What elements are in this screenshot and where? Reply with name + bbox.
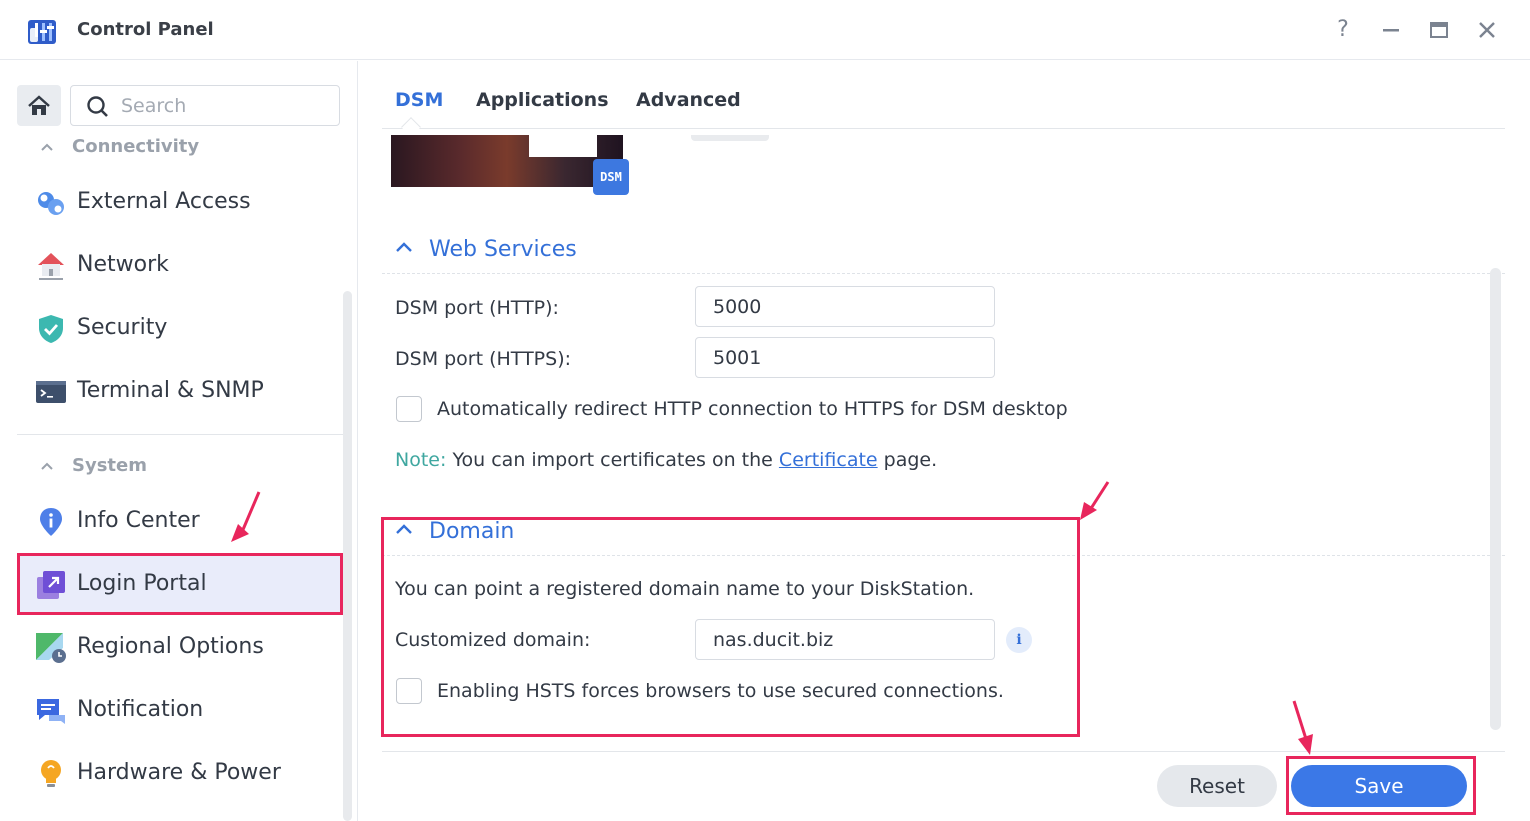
tab-advanced[interactable]: Advanced bbox=[636, 89, 741, 111]
group-connectivity[interactable]: Connectivity bbox=[40, 136, 199, 157]
preview-login-box bbox=[529, 135, 597, 157]
sidebar: Connectivity External Access Network Sec… bbox=[0, 61, 358, 821]
http-port-input[interactable] bbox=[695, 286, 995, 327]
chevron-up-icon bbox=[41, 143, 53, 151]
group-system[interactable]: System bbox=[40, 455, 147, 476]
sidebar-scrollbar[interactable] bbox=[343, 291, 352, 821]
tab-dsm[interactable]: DSM bbox=[395, 89, 443, 111]
notification-icon bbox=[37, 699, 65, 724]
sidebar-divider bbox=[17, 434, 343, 435]
sidebar-item-network[interactable]: Network bbox=[17, 234, 343, 296]
login-portal-icon bbox=[37, 571, 65, 599]
redirect-https-checkbox[interactable] bbox=[396, 396, 422, 422]
sidebar-item-info-center[interactable]: Info Center bbox=[17, 490, 343, 552]
tab-applications[interactable]: Applications bbox=[476, 89, 609, 111]
sidebar-item-hardware-power[interactable]: Hardware & Power bbox=[17, 742, 343, 804]
sidebar-item-label: Network bbox=[77, 252, 169, 277]
chevron-up-icon bbox=[41, 462, 53, 470]
save-button[interactable]: Save bbox=[1291, 765, 1467, 807]
home-icon bbox=[28, 95, 50, 115]
web-services-header[interactable]: Web Services bbox=[395, 237, 577, 262]
sidebar-item-login-portal[interactable]: Login Portal bbox=[17, 553, 343, 615]
domain-header[interactable]: Domain bbox=[395, 519, 514, 544]
sidebar-item-label: Regional Options bbox=[77, 634, 264, 659]
info-center-icon bbox=[40, 508, 62, 536]
terminal-icon bbox=[36, 381, 66, 403]
certificate-link[interactable]: Certificate bbox=[779, 449, 878, 471]
custom-domain-input[interactable] bbox=[695, 619, 995, 660]
sidebar-item-label: External Access bbox=[77, 189, 251, 214]
domain-description: You can point a registered domain name t… bbox=[395, 578, 975, 600]
certificate-note: Note: You can import certificates on the… bbox=[395, 449, 937, 471]
chevron-up-icon bbox=[396, 242, 412, 252]
window-title: Control Panel bbox=[77, 19, 214, 40]
sidebar-item-regional-options[interactable]: Regional Options bbox=[17, 616, 343, 678]
minimize-button[interactable] bbox=[1377, 16, 1405, 44]
regional-options-icon bbox=[36, 633, 66, 663]
hsts-checkbox[interactable] bbox=[396, 678, 422, 704]
info-icon[interactable]: i bbox=[1006, 627, 1032, 653]
note-suffix: page. bbox=[883, 449, 938, 471]
sidebar-item-label: Login Portal bbox=[77, 571, 207, 596]
sidebar-item-label: Notification bbox=[77, 697, 204, 722]
network-icon bbox=[38, 253, 64, 280]
section-divider bbox=[382, 273, 1505, 274]
sidebar-item-security[interactable]: Security bbox=[17, 297, 343, 359]
custom-domain-label: Customized domain: bbox=[395, 629, 591, 651]
security-shield-icon bbox=[39, 315, 63, 343]
content-scrollbar[interactable] bbox=[1490, 268, 1501, 730]
external-access-icon bbox=[38, 192, 64, 215]
main-panel: DSM Applications Advanced DSM Web Servic… bbox=[359, 61, 1530, 821]
sidebar-item-terminal-snmp[interactable]: Terminal & SNMP bbox=[17, 360, 343, 422]
reset-button[interactable]: Reset bbox=[1157, 765, 1277, 807]
sidebar-item-notification[interactable]: Notification bbox=[17, 679, 343, 741]
control-panel-icon bbox=[28, 20, 56, 44]
dsm-badge: DSM bbox=[593, 159, 629, 195]
search-input[interactable] bbox=[121, 94, 321, 118]
close-button[interactable] bbox=[1473, 16, 1501, 44]
https-port-label: DSM port (HTTPS): bbox=[395, 348, 572, 370]
sidebar-item-label: Security bbox=[77, 315, 168, 340]
note-label: Note: bbox=[395, 449, 447, 471]
redirect-https-label: Automatically redirect HTTP connection t… bbox=[437, 398, 1068, 420]
footer-divider bbox=[382, 751, 1505, 752]
title-bar: Control Panel ? bbox=[0, 0, 1530, 60]
https-port-input[interactable] bbox=[695, 337, 995, 378]
maximize-button[interactable] bbox=[1425, 16, 1453, 44]
sidebar-item-label: Info Center bbox=[77, 508, 200, 533]
sidebar-item-external-access[interactable]: External Access bbox=[17, 171, 343, 233]
hsts-label: Enabling HSTS forces browsers to use sec… bbox=[437, 680, 1004, 702]
sidebar-item-label: Terminal & SNMP bbox=[77, 378, 264, 403]
hardware-power-icon bbox=[41, 760, 61, 787]
section-divider bbox=[382, 555, 1505, 556]
search-field[interactable] bbox=[70, 85, 340, 126]
sidebar-item-label: Hardware & Power bbox=[77, 760, 281, 785]
search-icon bbox=[87, 96, 108, 117]
tab-bar: DSM Applications Advanced bbox=[382, 61, 1505, 137]
preview-control bbox=[691, 135, 769, 141]
home-button[interactable] bbox=[17, 85, 61, 126]
help-button[interactable]: ? bbox=[1329, 16, 1357, 44]
chevron-up-icon bbox=[396, 524, 412, 534]
note-text: You can import certificates on the bbox=[452, 449, 773, 471]
http-port-label: DSM port (HTTP): bbox=[395, 297, 559, 319]
tab-indicator bbox=[401, 117, 421, 137]
